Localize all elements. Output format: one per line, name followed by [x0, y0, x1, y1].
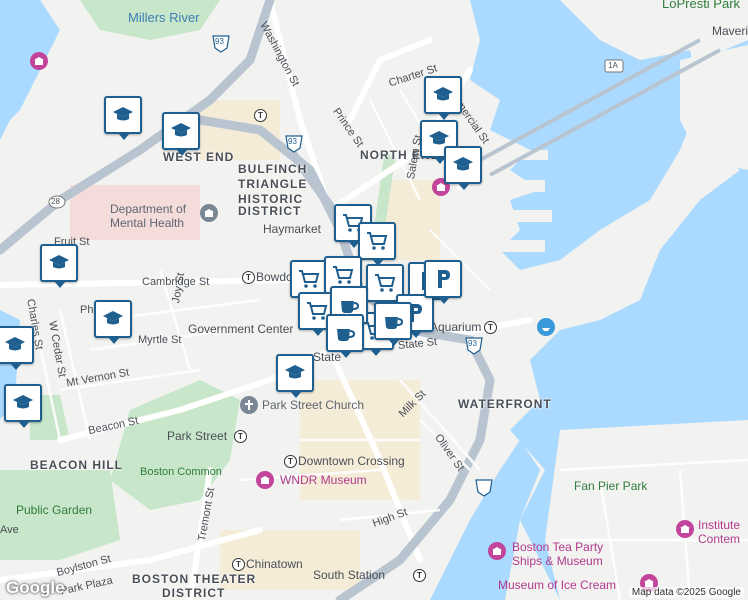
poi-fan-pier-park: Fan Pier Park [574, 479, 648, 493]
station-state: State [313, 350, 342, 364]
school-marker[interactable] [0, 326, 34, 370]
poi-park-street-church: Park Street Church [262, 398, 365, 412]
dept-mental-health-icon [200, 204, 218, 222]
museum-west-icon [30, 52, 48, 70]
coffee-icon [385, 317, 404, 329]
lopresti-park-label: LoPresti Park [662, 0, 741, 11]
route-93-label-north: 93 [215, 37, 224, 46]
school-icon [5, 337, 25, 351]
school-marker[interactable] [104, 96, 142, 140]
station-aquarium: Aquarium [430, 320, 482, 334]
poi-public-garden: Public Garden [16, 503, 93, 517]
bulfinch-label: BULFINCH [238, 162, 308, 176]
ica-icon [676, 520, 694, 538]
theater-district-label: DISTRICT [162, 586, 226, 600]
school-icon [171, 123, 191, 137]
wndr-museum-icon [256, 471, 274, 489]
tea-party-museum-icon [488, 542, 506, 560]
station-downtown-crossing: Downtown Crossing [298, 454, 405, 468]
waterfront-label: WATERFRONT [458, 397, 552, 411]
boston-theater-label: BOSTON THEATER [132, 572, 257, 586]
station-haymarket: Haymarket [263, 222, 322, 236]
coffee-icon [337, 329, 356, 341]
school-marker[interactable] [94, 300, 132, 344]
map-attribution[interactable]: Map data ©2025 Google [628, 587, 744, 598]
school-icon [103, 311, 123, 325]
coffee-marker[interactable] [374, 302, 412, 346]
aquarium-t-icon: T [484, 321, 497, 334]
poi-wndr-museum: WNDR Museum [280, 473, 367, 487]
route-1a-label: 1A [608, 61, 618, 70]
school-marker[interactable] [4, 384, 42, 428]
district-label: DISTRICT [238, 204, 302, 218]
poi-institute-2: Contem [698, 532, 741, 546]
map-canvas[interactable]: 93 93 93 28 1A Millers River LoPresti Pa… [0, 0, 748, 600]
school-marker[interactable] [444, 146, 482, 190]
beacon-hill-label: BEACON HILL [30, 458, 123, 472]
street-ave: Ave [0, 524, 19, 536]
school-marker[interactable] [40, 244, 78, 288]
shopping-cart-icon [375, 274, 396, 292]
downtown-crossing-t-icon: T [284, 455, 297, 468]
google-logo: Google [6, 578, 65, 597]
poi-dept-mental-health-2: Mental Health [110, 216, 185, 230]
school-marker[interactable] [162, 112, 200, 156]
school-icon [49, 255, 69, 269]
school-marker[interactable] [424, 76, 462, 120]
parking-marker[interactable] [424, 260, 462, 304]
route-28-label: 28 [51, 197, 60, 206]
station-government-center: Government Center [188, 322, 294, 336]
poi-dept-mental-health-1: Department of [110, 202, 187, 216]
south-station-t-icon: T [413, 569, 426, 582]
west-end-label: WEST END [163, 150, 235, 164]
shopping-cart-icon [333, 266, 354, 284]
street-myrtle: Myrtle St [138, 334, 182, 346]
millers-river-label: Millers River [128, 10, 200, 25]
triangle-label: TRIANGLE [238, 177, 308, 191]
route-93-label-mid: 93 [288, 137, 297, 146]
parking-icon [438, 270, 450, 288]
station-park-street: Park Street [167, 429, 228, 443]
poi-institute-1: Institute [698, 518, 741, 532]
poi-tea-party-2: Ships & Museum [512, 554, 603, 568]
poi-tea-party-1: Boston Tea Party [512, 540, 604, 554]
chinatown-t-icon: T [232, 558, 245, 571]
station-south-station: South Station [313, 568, 386, 582]
shopping-cart-icon [367, 232, 388, 250]
school-icon [113, 107, 133, 121]
shopping-cart-icon [299, 270, 320, 288]
street-maverick: Maverick [712, 24, 748, 38]
poi-boston-common: Boston Common [140, 466, 222, 478]
park-street-t-icon: T [234, 430, 247, 443]
church-icon [240, 396, 258, 414]
bowdoin-t-icon: T [242, 271, 255, 284]
coffee-marker[interactable] [326, 314, 364, 358]
station-chinatown: Chinatown [246, 557, 303, 571]
school-icon [433, 87, 453, 101]
north-station-t-icon: T [254, 109, 267, 122]
school-icon [13, 395, 33, 409]
school-icon [285, 365, 305, 379]
route-93-label-east: 93 [468, 339, 477, 348]
poi-museum-ice-cream: Museum of Ice Cream [498, 578, 617, 592]
shopping-marker[interactable] [358, 222, 396, 266]
school-marker[interactable] [276, 354, 314, 398]
school-icon [453, 157, 473, 171]
ferry-icon [537, 318, 555, 336]
